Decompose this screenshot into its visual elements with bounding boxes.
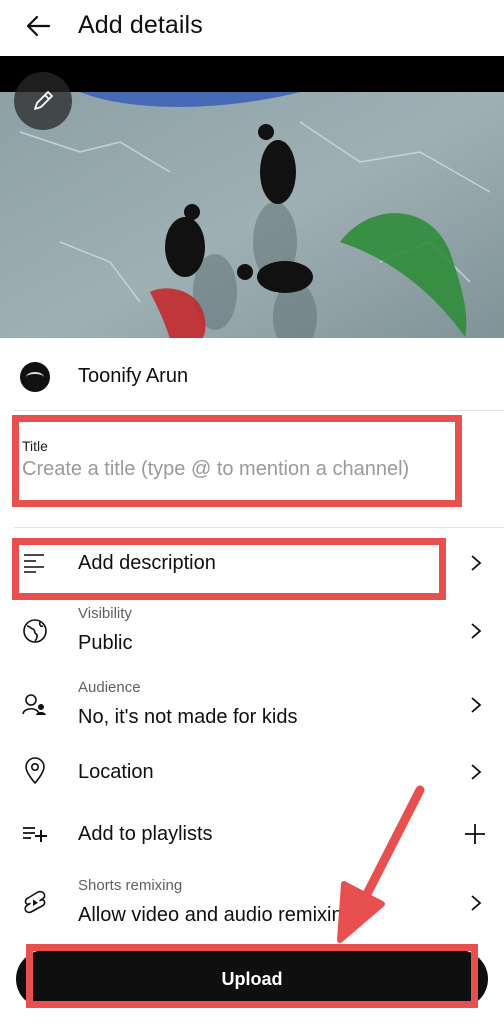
audience-value: No, it's not made for kids <box>78 706 298 728</box>
page-title: Add details <box>78 11 203 39</box>
playlist-add-icon <box>20 818 50 848</box>
visibility-value: Public <box>78 632 133 654</box>
shorts-remixing-caption: Shorts remixing <box>78 877 183 894</box>
channel-row: Toonify Arun <box>0 350 504 406</box>
pencil-icon <box>34 91 53 110</box>
plus-icon[interactable] <box>462 819 488 849</box>
top-app-bar: Add details <box>0 0 504 56</box>
divider <box>14 410 504 411</box>
audience-row[interactable]: Audience No, it's not made for kids <box>0 674 504 738</box>
add-to-playlists-label: Add to playlists <box>78 823 213 845</box>
title-field[interactable]: Title <box>14 420 464 500</box>
upload-button[interactable]: Upload <box>34 953 470 1005</box>
chevron-right-icon <box>466 888 486 918</box>
shorts-remixing-value: Allow video and audio remixin <box>78 904 343 926</box>
divider <box>14 527 504 528</box>
person-group-icon <box>20 690 50 720</box>
location-label: Location <box>78 761 154 783</box>
visibility-row[interactable]: Visibility Public <box>0 600 504 664</box>
video-thumbnail <box>0 92 504 338</box>
video-preview[interactable] <box>0 56 504 338</box>
location-pin-icon <box>20 756 50 786</box>
visibility-caption: Visibility <box>78 605 132 622</box>
shorts-remixing-row[interactable]: Shorts remixing Allow video and audio re… <box>0 872 504 936</box>
back-button[interactable] <box>20 8 56 44</box>
audience-caption: Audience <box>78 679 141 696</box>
title-input[interactable] <box>22 458 452 481</box>
channel-name: Toonify Arun <box>78 365 189 387</box>
avatar <box>20 362 50 392</box>
globe-icon <box>20 616 50 646</box>
arrow-left-icon <box>26 15 51 37</box>
chevron-right-icon <box>466 616 486 646</box>
chevron-right-icon <box>466 757 486 787</box>
chevron-right-icon <box>466 548 486 578</box>
shorts-remix-icon <box>20 888 50 918</box>
chevron-right-icon <box>466 690 486 720</box>
add-description-label: Add description <box>78 552 216 574</box>
edit-video-button[interactable] <box>14 72 72 130</box>
add-description-row[interactable]: Add description <box>0 536 504 596</box>
add-to-playlists-row[interactable]: Add to playlists <box>0 806 504 862</box>
location-row[interactable]: Location <box>0 744 504 800</box>
text-lines-icon <box>20 548 50 578</box>
title-label: Title <box>22 438 48 454</box>
